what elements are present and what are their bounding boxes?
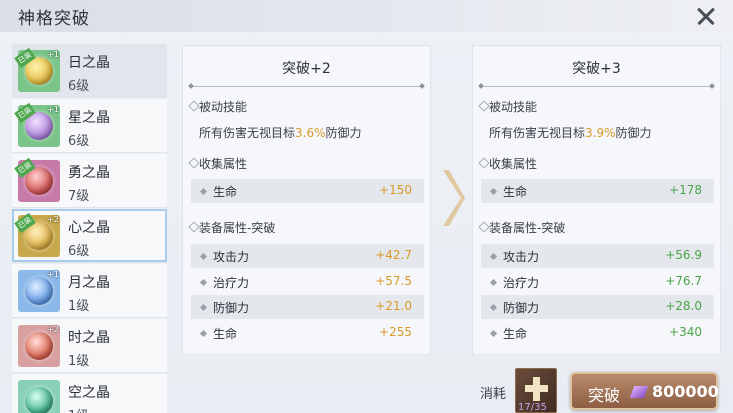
sun-crystal-icon: 已装 +1	[14, 47, 60, 92]
arrow-right-icon	[443, 170, 465, 226]
time-crystal-icon: +2	[18, 325, 60, 367]
stat-row: 攻击力 +42.7	[191, 244, 424, 268]
crystal-level: 6级	[68, 244, 90, 259]
panel-title: 突破+3	[572, 61, 621, 77]
crystal-level: 1级	[68, 405, 89, 413]
section-label: 收集属性	[199, 157, 248, 171]
stat-row: 攻击力 +56.9	[481, 244, 714, 268]
crystal-level: 6级	[68, 79, 90, 94]
crystal-name: 日之晶	[68, 55, 110, 71]
title-bar: 神格突破	[0, 0, 733, 32]
list-item[interactable]: 已装 +1 星之晶 6级	[12, 99, 167, 153]
crystal-level: 1级	[68, 354, 90, 369]
list-item[interactable]: 空之晶 1级	[12, 374, 167, 413]
button-cost: 800000	[652, 382, 719, 401]
list-item[interactable]: 已装 勇之晶 7级	[12, 154, 167, 208]
moon-crystal-icon: +1	[18, 270, 60, 312]
crystal-name: 心之晶	[68, 220, 110, 236]
list-item[interactable]: +1 月之晶 1级	[12, 264, 167, 318]
crystal-name: 时之晶	[68, 330, 110, 346]
crystal-name: 勇之晶	[68, 165, 110, 181]
stat-row: 治疗力 +76.7	[481, 270, 714, 294]
section-label: 装备属性-突破	[199, 221, 276, 235]
divider	[191, 86, 422, 87]
space-crystal-icon	[18, 380, 60, 413]
current-breakthrough-panel: 突破+2 被动技能 所有伤害无视目标3.6%防御力 收集属性 生命 +150 装备…	[182, 45, 431, 355]
button-label: 突破	[588, 386, 621, 405]
divider	[481, 86, 712, 87]
crystal-name: 星之晶	[68, 110, 110, 126]
material-item[interactable]: 17/35	[515, 368, 557, 413]
crystal-name: 月之晶	[68, 275, 110, 291]
crystal-level: 7级	[68, 189, 90, 204]
star-crystal-icon: 已装 +1	[14, 102, 60, 147]
breakthrough-button[interactable]: 突破 800000	[570, 372, 719, 410]
list-item[interactable]: 已装 +1 日之晶 6级	[12, 44, 167, 98]
stat-row: 防御力 +21.0	[191, 295, 424, 319]
currency-gem-icon	[629, 386, 649, 398]
cost-label: 消耗	[480, 387, 507, 402]
list-item[interactable]: +2 时之晶 1级	[12, 319, 167, 373]
stat-row: 治疗力 +57.5	[191, 270, 424, 294]
heart-crystal-icon: 已装 +2	[14, 212, 60, 257]
passive-description: 所有伤害无视目标3.9%防御力	[489, 126, 652, 140]
stat-row: 防御力 +28.0	[481, 295, 714, 319]
courage-crystal-icon: 已装	[14, 157, 60, 202]
crystal-level: 6级	[68, 134, 90, 149]
section-label: 装备属性-突破	[489, 221, 566, 235]
stat-row: 生命 +255	[191, 321, 424, 345]
next-breakthrough-panel: 突破+3 被动技能 所有伤害无视目标3.9%防御力 收集属性 生命 +178 装备…	[472, 45, 721, 355]
close-icon[interactable]	[695, 5, 717, 27]
stat-row: 生命 +150	[191, 179, 424, 203]
crystal-list[interactable]: 已装 +1 日之晶 6级 已装 +1 星之晶 6级 已装 勇之晶 7级 已装 +…	[12, 44, 167, 413]
panel-title: 突破+2	[282, 61, 331, 77]
list-item[interactable]: 已装 +2 心之晶 6级	[12, 209, 167, 263]
page-title: 神格突破	[18, 9, 90, 29]
section-label: 被动技能	[199, 100, 248, 114]
crystal-name: 空之晶	[68, 385, 110, 401]
stat-row: 生命 +340	[481, 321, 714, 345]
crystal-level: 1级	[68, 299, 90, 314]
section-label: 收集属性	[489, 157, 538, 171]
passive-description: 所有伤害无视目标3.6%防御力	[199, 126, 362, 140]
stat-row: 生命 +178	[481, 179, 714, 203]
section-label: 被动技能	[489, 100, 538, 114]
material-count: 17/35	[518, 402, 547, 413]
